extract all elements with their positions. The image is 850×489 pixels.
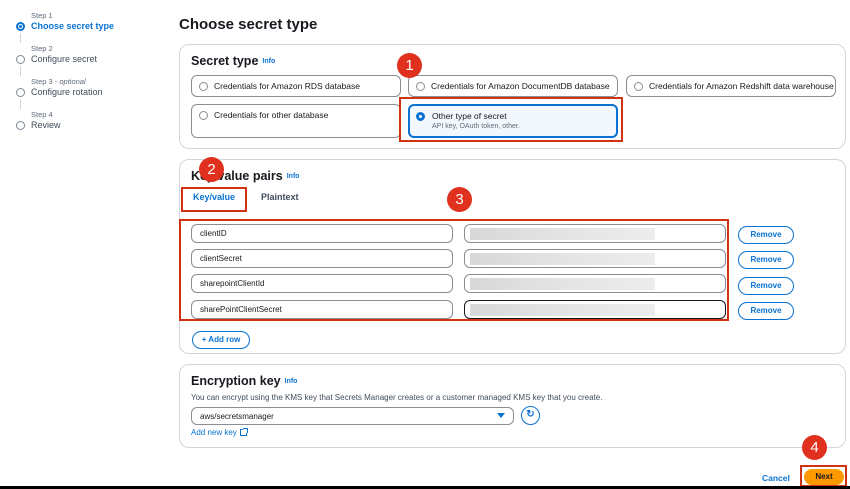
radio-label: Credentials for Amazon Redshift data war… (649, 81, 834, 91)
remove-row-button[interactable]: Remove (738, 302, 794, 320)
external-link-icon (239, 428, 248, 436)
step-title: Configure secret (31, 54, 98, 64)
step-title: Configure rotation (31, 87, 103, 97)
radio-icon (416, 82, 425, 91)
radio-other-database-credentials[interactable]: Credentials for other database (191, 104, 401, 138)
step-configure-rotation[interactable]: Step 3 - optional Configure rotation (16, 77, 166, 109)
remove-row-button[interactable]: Remove (738, 251, 794, 269)
encryption-info-link[interactable]: Info (285, 378, 298, 385)
step-connector (20, 66, 21, 76)
radio-icon (199, 111, 208, 120)
caret-down-icon (497, 413, 505, 418)
wizard-steps: Step 1 Choose secret type Step 2 Configu… (0, 0, 170, 489)
step-number: Step 3 - optional (31, 77, 86, 86)
step-badge-4: 4 (802, 435, 827, 460)
refresh-icon[interactable]: ↻ (521, 406, 540, 425)
step-configure-secret[interactable]: Step 2 Configure secret (16, 44, 166, 76)
step-optional-label: optional (59, 77, 86, 86)
remove-row-button[interactable]: Remove (738, 226, 794, 244)
add-row-button[interactable]: + Add row (192, 331, 250, 349)
remove-row-button[interactable]: Remove (738, 277, 794, 295)
step-badge-2: 2 (199, 157, 224, 182)
kms-key-selected-value: aws/secretsmanager (200, 412, 274, 421)
step-connector (20, 99, 21, 109)
radio-rds-credentials[interactable]: Credentials for Amazon RDS database (191, 75, 401, 97)
step-title: Choose secret type (31, 21, 115, 31)
step-review[interactable]: Step 4 Review (16, 110, 166, 130)
step-indicator-icon (16, 22, 25, 31)
step-connector (20, 33, 21, 43)
step-indicator-icon (16, 55, 25, 64)
radio-label: Credentials for other database (214, 110, 329, 120)
step-number: Step 2 (31, 44, 53, 53)
highlight-key-value-tab (181, 187, 247, 212)
radio-icon (634, 82, 643, 91)
step-badge-3: 3 (447, 187, 472, 212)
step-title: Review (31, 120, 61, 130)
tab-plaintext[interactable]: Plaintext (261, 192, 299, 202)
step-number: Step 1 (31, 11, 53, 20)
encryption-description: You can encrypt using the KMS key that S… (191, 393, 603, 402)
kms-key-select[interactable]: aws/secretsmanager (191, 407, 514, 425)
encryption-key-heading: Encryption key Info (191, 374, 298, 388)
highlight-key-value-rows (179, 219, 729, 321)
key-value-info-link[interactable]: Info (287, 173, 300, 180)
radio-icon (199, 82, 208, 91)
page-title: Choose secret type (179, 16, 318, 33)
add-new-key-link[interactable]: Add new key (191, 428, 248, 437)
radio-label: Credentials for Amazon RDS database (214, 81, 360, 91)
highlight-other-secret (399, 97, 623, 142)
highlight-next-button (800, 465, 847, 487)
encryption-key-panel: Encryption key Info You can encrypt using… (179, 364, 846, 448)
step-indicator-icon (16, 88, 25, 97)
secret-type-info-link[interactable]: Info (262, 58, 275, 65)
radio-label: Credentials for Amazon DocumentDB databa… (431, 81, 610, 91)
secret-type-heading: Secret type Info (191, 54, 276, 68)
step-number: Step 4 (31, 110, 53, 119)
radio-documentdb-credentials[interactable]: Credentials for Amazon DocumentDB databa… (408, 75, 618, 97)
step-indicator-icon (16, 121, 25, 130)
radio-redshift-credentials[interactable]: Credentials for Amazon Redshift data war… (626, 75, 836, 97)
cancel-button[interactable]: Cancel (762, 473, 790, 483)
step-choose-secret-type[interactable]: Step 1 Choose secret type (16, 11, 166, 43)
step-badge-1: 1 (397, 53, 422, 78)
